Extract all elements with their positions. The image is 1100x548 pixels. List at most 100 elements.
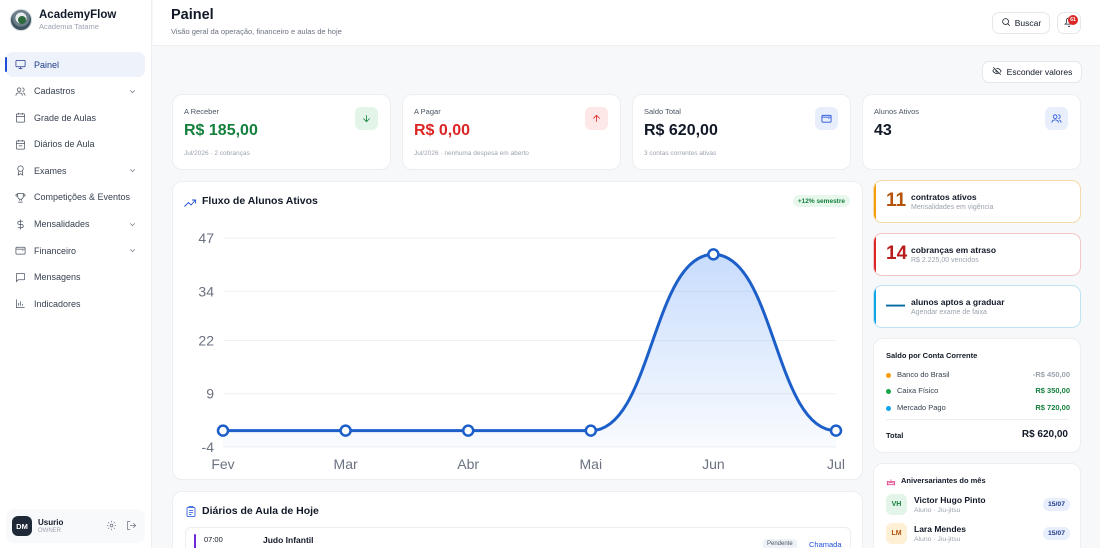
y-tick-label: 9	[206, 386, 214, 402]
monitor-icon	[14, 59, 26, 71]
avatar: LM	[886, 523, 907, 544]
notifications-button[interactable]: 61	[1057, 12, 1081, 34]
list-item: Banco do Brasil -R$ 450,00	[886, 370, 1070, 382]
x-tick-label: Mai	[580, 456, 603, 472]
arrow-up-icon	[585, 107, 608, 130]
alert-count: 11	[886, 190, 907, 211]
sidebar-item-competições-eventos[interactable]: Competições & Eventos	[6, 185, 145, 210]
sidebar-item-cadastros[interactable]: Cadastros	[6, 79, 145, 104]
color-dot	[886, 373, 891, 378]
chamada-link[interactable]: Chamada	[809, 540, 842, 548]
search-icon	[1001, 17, 1011, 29]
sidebar-item-label: Competições & Eventos	[34, 192, 131, 203]
date-badge: 15/07	[1042, 498, 1070, 511]
stat-label: A Pagar	[414, 107, 441, 116]
notification-badge: 61	[1068, 15, 1078, 25]
account-value: -R$ 450,00	[1032, 370, 1070, 379]
cake-icon	[886, 475, 896, 489]
sidebar-item-label: Diários de Aula	[34, 139, 95, 150]
eye-off-icon	[992, 66, 1002, 78]
sidebar-item-label: Painel	[34, 59, 60, 70]
y-tick-label: 34	[198, 283, 214, 299]
sidebar-item-diários-de-aula[interactable]: Diários de Aula	[6, 132, 145, 157]
brand-logo	[10, 9, 32, 31]
bar-chart-icon	[14, 298, 26, 310]
chevron-down-icon[interactable]	[128, 246, 137, 255]
list-item: Caixa Físico R$ 350,00	[886, 386, 1070, 398]
color-dot	[886, 389, 891, 394]
logout-icon[interactable]	[126, 520, 137, 534]
stat-value: R$ 0,00	[414, 122, 471, 139]
stat-card[interactable]: Alunos Ativos 43	[862, 94, 1081, 170]
class-name: Judo Infantil	[263, 535, 314, 545]
line-chart: 47 34 22 9 -4Fev Mar Abr Mai Jun Jul	[198, 230, 845, 472]
data-point	[216, 424, 230, 437]
hide-values-button[interactable]: Esconder valores	[982, 61, 1082, 83]
stat-card[interactable]: A Pagar R$ 0,00 Jul/2026 · nenhuma despesa…	[402, 94, 621, 170]
saldo-title: Saldo por Conta Corrente	[886, 351, 978, 360]
calendar-icon	[14, 112, 26, 124]
sidebar-item-grade-de-aulas[interactable]: Grade de Aulas	[6, 105, 145, 130]
person-name: Lara Mendes	[914, 524, 966, 534]
stat-value: R$ 185,00	[184, 122, 258, 139]
x-tick-label: Jun	[702, 456, 725, 472]
y-tick-label: 22	[198, 332, 214, 348]
user-name: Usurio	[38, 518, 64, 527]
chart-card: Fluxo de Alunos Ativos +12% semestre 47 3…	[172, 181, 863, 480]
alert-subtitle: R$ 2.225,00 vencidos	[911, 257, 979, 264]
chevron-down-icon[interactable]	[128, 220, 137, 229]
data-point	[339, 424, 352, 437]
brand-name: AcademyFlow	[39, 9, 117, 21]
user-box: DM Usurio OWNER	[6, 509, 145, 543]
users-icon	[14, 85, 26, 97]
alert-card[interactable]: 14 cobranças em atraso R$ 2.225,00 vencido…	[873, 233, 1081, 276]
trophy-icon	[14, 191, 26, 203]
stat-label: Alunos Ativos	[874, 107, 920, 116]
hide-values-label: Esconder valores	[1006, 67, 1073, 77]
chevron-down-icon[interactable]	[128, 87, 137, 96]
sidebar-item-label: Mensagens	[34, 272, 81, 283]
sidebar-item-mensalidades[interactable]: Mensalidades	[6, 212, 145, 237]
data-point	[829, 424, 843, 437]
chevron-down-icon[interactable]	[128, 166, 137, 175]
x-tick-label: Mar	[334, 456, 358, 472]
person-role: Aluno · Jiu-jitsu	[914, 507, 961, 514]
birthdays-card: Aniversariantes do mês VH Victor Hugo Pin…	[873, 463, 1081, 548]
saldo-card: Saldo por Conta Corrente Banco do Brasil…	[873, 338, 1081, 453]
list-item[interactable]: 07:00 Judo Infantil Pendente Chamada	[185, 527, 851, 548]
account-value: R$ 350,00	[1035, 386, 1070, 395]
dollar-icon	[14, 218, 26, 230]
alert-card[interactable]: 11 contratos ativos Mensalidades em vigênc…	[873, 180, 1081, 223]
alert-card[interactable]: — alunos aptos a graduar Agendar exame de …	[873, 285, 1081, 328]
award-icon	[14, 165, 26, 177]
person-role: Aluno · Jiu-jitsu	[914, 536, 961, 543]
stat-card[interactable]: A Receber R$ 185,00 Jul/2026 · 2 cobranças	[172, 94, 391, 170]
gear-icon[interactable]	[106, 520, 117, 534]
sidebar-item-mensagens[interactable]: Mensagens	[6, 265, 145, 290]
avatar[interactable]: DM	[12, 516, 32, 536]
diarios-title: Diários de Aula de Hoje	[202, 505, 319, 517]
stat-foot: 3 contas correntes ativas	[644, 150, 717, 157]
sidebar-item-painel[interactable]: Painel	[5, 52, 145, 77]
sidebar-item-label: Grade de Aulas	[34, 112, 97, 123]
brand-subtitle: Academia Tatame	[39, 22, 99, 31]
person-name: Victor Hugo Pinto	[914, 495, 986, 505]
sidebar-item-exames[interactable]: Exames	[6, 158, 145, 183]
diarios-card: Diários de Aula de Hoje 07:00 Judo Infan…	[172, 491, 863, 548]
search-button[interactable]: Buscar	[992, 12, 1050, 34]
sidebar-item-financeiro[interactable]: Financeiro	[6, 238, 145, 263]
list-item[interactable]: VH Victor Hugo Pinto Aluno · Jiu-jitsu 15/0…	[886, 494, 1070, 518]
sidebar-item-label: Indicadores	[34, 298, 81, 309]
stat-card[interactable]: Saldo Total R$ 620,00 3 contas correntes a…	[632, 94, 851, 170]
list-item[interactable]: LM Lara Mendes Aluno · Jiu-jitsu 15/07	[886, 523, 1070, 547]
alert-count: 14	[886, 243, 908, 264]
brand[interactable]: AcademyFlow Academia Tatame	[10, 9, 116, 31]
sidebar-item-indicadores[interactable]: Indicadores	[6, 291, 145, 316]
stat-label: Saldo Total	[644, 107, 681, 116]
sidebar-item-label: Mensalidades	[34, 219, 90, 230]
birthdays-title: Aniversariantes do mês	[901, 476, 986, 485]
data-point	[707, 248, 720, 261]
account-value: R$ 720,00	[1035, 403, 1070, 412]
page-title: Painel	[171, 7, 214, 23]
date-badge: 15/07	[1042, 527, 1070, 540]
